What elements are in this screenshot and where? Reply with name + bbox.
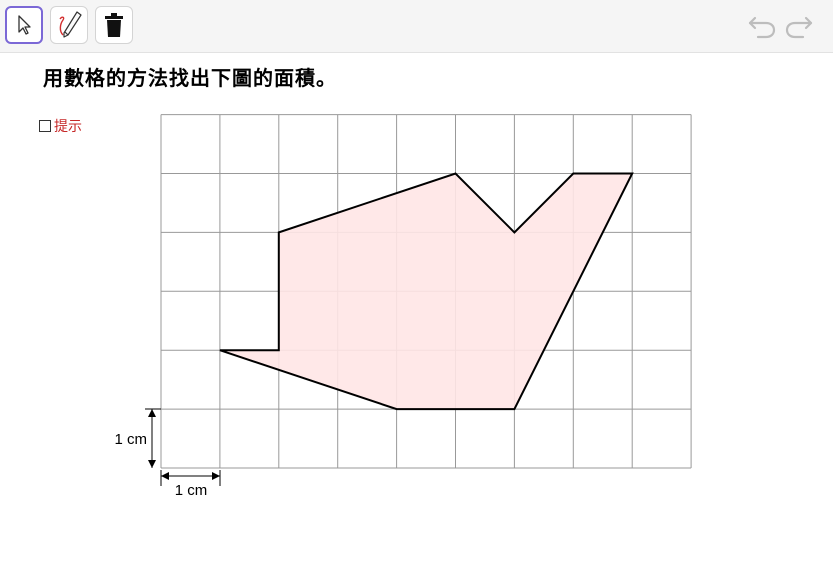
vertical-dimension: 1 cm: [114, 408, 161, 468]
vertical-dimension-label: 1 cm: [114, 431, 147, 448]
horizontal-dimension: 1 cm: [160, 470, 221, 499]
grid-figure: 1 cm 1 cm: [114, 114, 692, 499]
area-shape: [219, 172, 634, 411]
horizontal-dimension-label: 1 cm: [175, 482, 208, 499]
